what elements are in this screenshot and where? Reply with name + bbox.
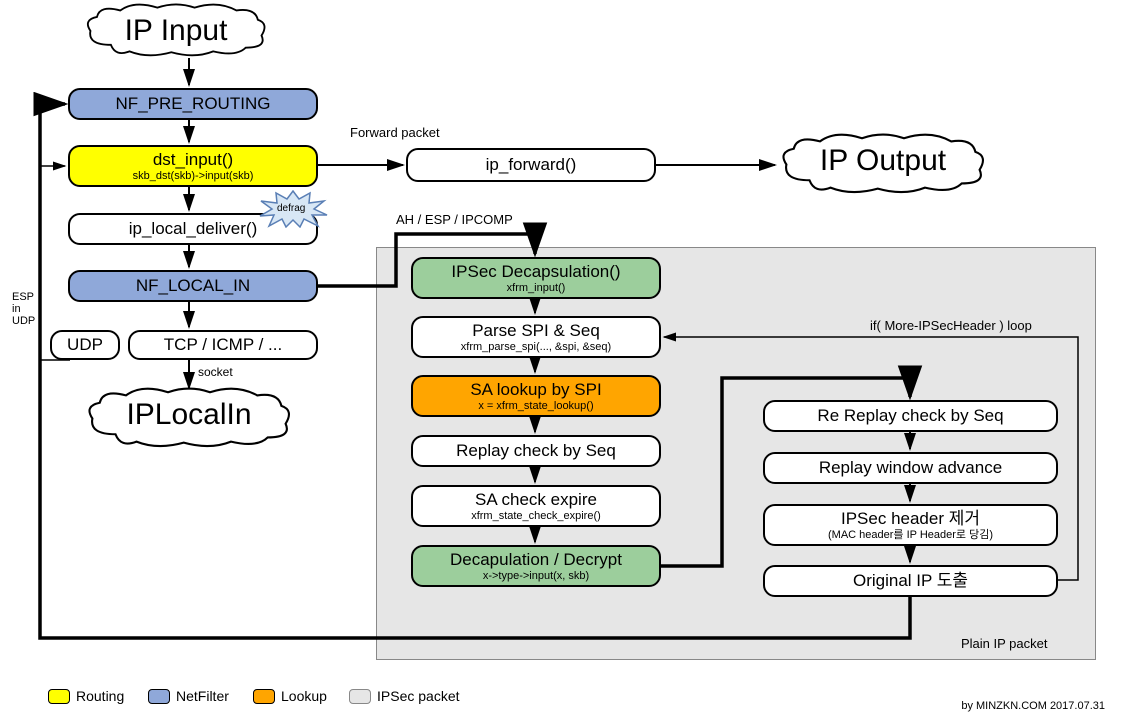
node-pre-routing: NF_PRE_ROUTING [68,88,318,120]
node-parse: Parse SPI & Seq xfrm_parse_spi(..., &spi… [411,316,661,358]
node-rereplay: Re Replay check by Seq [763,400,1058,432]
node-local-in: NF_LOCAL_IN [68,270,318,302]
pre-routing-title: NF_PRE_ROUTING [116,94,271,114]
rereplay-title: Re Replay check by Seq [817,406,1003,426]
node-tcp: TCP / ICMP / ... [128,330,318,360]
lookup-title: SA lookup by SPI [470,380,601,400]
label-ah-esp: AH / ESP / IPCOMP [396,212,513,227]
credit-label: by MINZKN.COM 2017.07.31 [961,700,1105,712]
node-original: Original IP 도출 [763,565,1058,597]
legend-lookup-label: Lookup [281,688,327,704]
label-forward-packet: Forward packet [350,125,440,140]
original-title: Original IP 도출 [853,571,968,591]
cloud-ip-input: IP Input [83,3,269,61]
decap-sub: xfrm_input() [507,282,566,294]
forward-title: ip_forward() [486,155,577,175]
node-lookup: SA lookup by SPI x = xfrm_state_lookup() [411,375,661,417]
node-expire: SA check expire xfrm_state_check_expire(… [411,485,661,527]
lookup-sub: x = xfrm_state_lookup() [478,400,593,412]
cloud-local-label: IPLocalIn [126,398,251,432]
legend-ipsec-label: IPSec packet [377,688,460,704]
parse-sub: xfrm_parse_spi(..., &spi, &seq) [461,341,611,353]
legend-ipsec: IPSec packet [349,688,460,704]
label-loop: if( More-IPSecHeader ) loop [870,318,1032,333]
decrypt-sub: x->type->input(x, skb) [483,570,589,582]
local-deliver-title: ip_local_deliver() [129,219,258,239]
cloud-input-label: IP Input [125,14,228,48]
legend-netfilter-label: NetFilter [176,688,229,704]
legend-routing-label: Routing [76,688,124,704]
node-ip-forward: ip_forward() [406,148,656,182]
defrag-label: defrag [277,203,305,214]
node-advance: Replay window advance [763,452,1058,484]
cloud-ip-local: IPLocalIn [84,387,294,447]
label-esp-udp: ESP in UDP [12,291,35,327]
expire-title: SA check expire [475,490,597,510]
tcp-title: TCP / ICMP / ... [164,335,282,355]
advance-title: Replay window advance [819,458,1002,478]
legend-lookup: Lookup [253,688,327,704]
udp-title: UDP [67,335,103,355]
cloud-output-label: IP Output [820,144,946,178]
node-remove: IPSec header 제거 (MAC header를 IP Header로 … [763,504,1058,546]
starburst-defrag: defrag [258,190,328,228]
label-plain: Plain IP packet [961,636,1047,651]
decap-title: IPSec Decapsulation() [451,262,620,282]
replay-title: Replay check by Seq [456,441,616,461]
node-udp: UDP [50,330,120,360]
dst-input-title: dst_input() [153,150,233,170]
cloud-ip-output: IP Output [778,133,988,193]
decrypt-title: Decapulation / Decrypt [450,550,622,570]
expire-sub: xfrm_state_check_expire() [471,510,601,522]
parse-title: Parse SPI & Seq [472,321,600,341]
node-dst-input: dst_input() skb_dst(skb)->input(skb) [68,145,318,187]
node-decap: IPSec Decapsulation() xfrm_input() [411,257,661,299]
remove-sub: (MAC header를 IP Header로 당김) [828,529,993,541]
legend-netfilter: NetFilter [148,688,229,704]
dst-input-sub: skb_dst(skb)->input(skb) [133,170,254,182]
legend-routing: Routing [48,688,124,704]
node-decrypt: Decapulation / Decrypt x->type->input(x,… [411,545,661,587]
node-replay: Replay check by Seq [411,435,661,467]
label-socket: socket [198,365,233,379]
remove-title: IPSec header 제거 [841,509,980,529]
local-in-title: NF_LOCAL_IN [136,276,250,296]
